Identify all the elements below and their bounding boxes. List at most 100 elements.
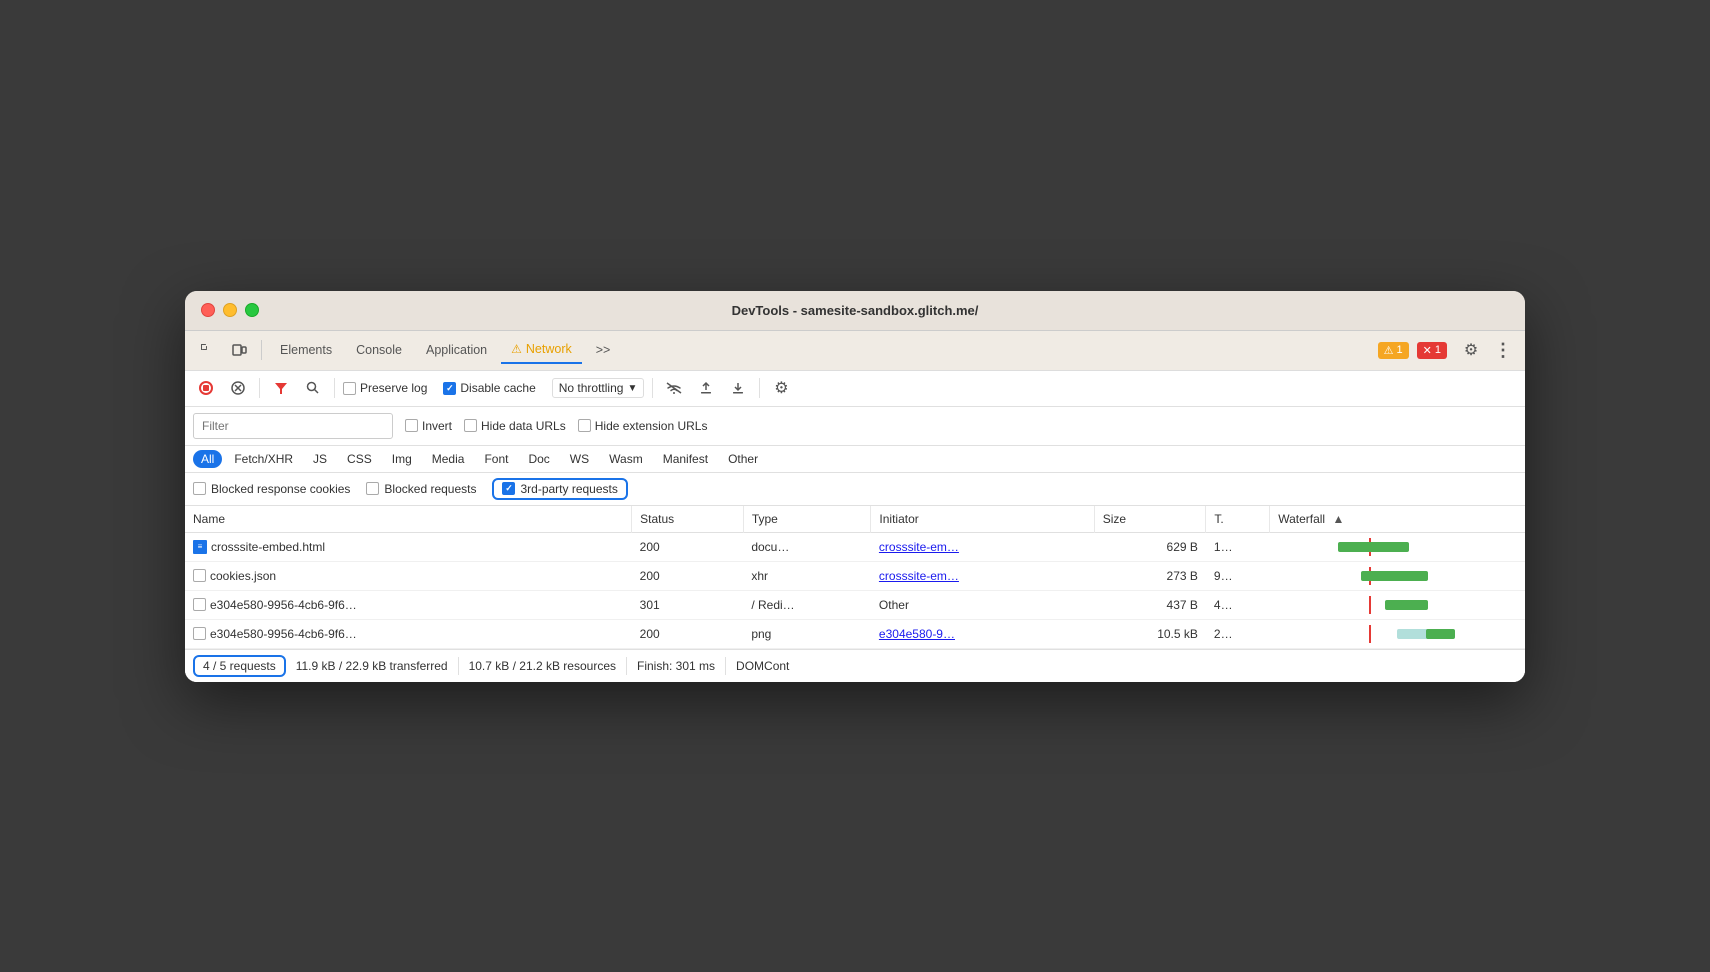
minimize-button[interactable] <box>223 303 237 317</box>
type-filter-css[interactable]: CSS <box>339 450 380 468</box>
col-header-size[interactable]: Size <box>1094 506 1206 533</box>
hide-data-urls-checkbox[interactable] <box>464 419 477 432</box>
table-row[interactable]: ≡ crosssite-embed.html 200 docu… crosssi… <box>185 532 1525 561</box>
cell-name-4: e304e580-9956-4cb6-9f6… <box>185 619 632 648</box>
warning-badge[interactable]: ⚠ 1 <box>1378 342 1409 359</box>
col-header-time[interactable]: T. <box>1206 506 1270 533</box>
search-icon[interactable] <box>300 375 326 401</box>
warning-icon: ⚠ <box>1384 344 1394 357</box>
cell-waterfall-2 <box>1270 561 1525 590</box>
cell-type-2: xhr <box>743 561 871 590</box>
tab-console[interactable]: Console <box>346 337 412 363</box>
type-filter-manifest[interactable]: Manifest <box>655 450 716 468</box>
record-stop-button[interactable] <box>193 375 219 401</box>
col-header-name[interactable]: Name <box>185 506 632 533</box>
more-options-icon[interactable]: ⋮ <box>1489 336 1517 364</box>
blocked-response-checkbox[interactable] <box>193 482 206 495</box>
network-table: Name Status Type Initiator Size <box>185 506 1525 649</box>
cell-status-4: 200 <box>632 619 744 648</box>
hide-ext-urls-label[interactable]: Hide extension URLs <box>578 419 708 433</box>
cell-name-2: cookies.json <box>185 561 632 590</box>
toolbar-sep-3 <box>652 378 653 398</box>
maximize-button[interactable] <box>245 303 259 317</box>
cell-name-1: ≡ crosssite-embed.html <box>185 532 632 561</box>
download-icon[interactable] <box>725 375 751 401</box>
type-filter-wasm[interactable]: Wasm <box>601 450 651 468</box>
invert-label[interactable]: Invert <box>405 419 452 433</box>
network-toolbar: Preserve log Disable cache No throttling… <box>185 371 1525 407</box>
resources-stats: 10.7 kB / 21.2 kB resources <box>459 657 627 675</box>
type-filter-other[interactable]: Other <box>720 450 766 468</box>
tab-elements[interactable]: Elements <box>270 337 342 363</box>
col-header-status[interactable]: Status <box>632 506 744 533</box>
type-filter-all[interactable]: All <box>193 450 222 468</box>
upload-icon[interactable] <box>693 375 719 401</box>
network-settings-icon[interactable]: ⚙ <box>768 375 794 401</box>
filter-input[interactable] <box>193 413 393 439</box>
disable-cache-checkbox[interactable] <box>443 382 456 395</box>
third-party-requests[interactable]: 3rd-party requests <box>492 478 627 500</box>
cell-waterfall-1 <box>1270 532 1525 561</box>
empty-icon-4 <box>193 627 206 640</box>
status-bar: 4 / 5 requests 11.9 kB / 22.9 kB transfe… <box>185 649 1525 682</box>
third-party-checkbox[interactable] <box>502 482 515 495</box>
type-filter-fetch[interactable]: Fetch/XHR <box>226 450 301 468</box>
cell-size-4: 10.5 kB <box>1094 619 1206 648</box>
type-filter-js[interactable]: JS <box>305 450 335 468</box>
cell-name-3: e304e580-9956-4cb6-9f6… <box>185 590 632 619</box>
cell-initiator-4[interactable]: e304e580-9… <box>871 619 1094 648</box>
device-icon[interactable] <box>225 336 253 364</box>
cell-initiator-1[interactable]: crosssite-em… <box>871 532 1094 561</box>
tab-application[interactable]: Application <box>416 337 497 363</box>
cell-initiator-3: Other <box>871 590 1094 619</box>
toolbar-sep-2 <box>334 378 335 398</box>
cell-time-2: 9… <box>1206 561 1270 590</box>
cell-time-4: 2… <box>1206 619 1270 648</box>
cell-size-3: 437 B <box>1094 590 1206 619</box>
table-row[interactable]: cookies.json 200 xhr crosssite-em… 273 B… <box>185 561 1525 590</box>
hide-ext-urls-checkbox[interactable] <box>578 419 591 432</box>
tab-separator <box>261 340 262 360</box>
table-row[interactable]: e304e580-9956-4cb6-9f6… 200 png e304e580… <box>185 619 1525 648</box>
tab-more[interactable]: >> <box>586 337 621 363</box>
cell-status-3: 301 <box>632 590 744 619</box>
hide-data-urls-label[interactable]: Hide data URLs <box>464 419 566 433</box>
cell-waterfall-3 <box>1270 590 1525 619</box>
empty-icon-2 <box>193 569 206 582</box>
blocked-requests[interactable]: Blocked requests <box>366 482 476 496</box>
close-button[interactable] <box>201 303 215 317</box>
type-filter-ws[interactable]: WS <box>562 450 597 468</box>
invert-checkbox[interactable] <box>405 419 418 432</box>
cell-size-1: 629 B <box>1094 532 1206 561</box>
preserve-log-label[interactable]: Preserve log <box>343 381 427 395</box>
cursor-icon[interactable] <box>193 336 221 364</box>
tab-network[interactable]: ⚠ Network <box>501 336 582 364</box>
type-filter-doc[interactable]: Doc <box>520 450 557 468</box>
empty-icon-3 <box>193 598 206 611</box>
error-x-icon: ✕ <box>1423 344 1432 357</box>
type-filter-media[interactable]: Media <box>424 450 473 468</box>
clear-button[interactable] <box>225 375 251 401</box>
cell-initiator-2[interactable]: crosssite-em… <box>871 561 1094 590</box>
title-bar: DevTools - samesite-sandbox.glitch.me/ <box>185 291 1525 331</box>
table-row[interactable]: e304e580-9956-4cb6-9f6… 301 / Redi… Othe… <box>185 590 1525 619</box>
traffic-lights <box>201 303 259 317</box>
blocked-response-cookies[interactable]: Blocked response cookies <box>193 482 350 496</box>
error-badge[interactable]: ✕ 1 <box>1417 342 1447 359</box>
col-header-type[interactable]: Type <box>743 506 871 533</box>
chevron-down-icon: ▼ <box>627 383 637 394</box>
type-filter-img[interactable]: Img <box>384 450 420 468</box>
sort-arrow-icon: ▲ <box>1332 512 1344 526</box>
type-filter-font[interactable]: Font <box>476 450 516 468</box>
throttle-select[interactable]: No throttling ▼ <box>552 378 645 398</box>
wifi-icon[interactable] <box>661 375 687 401</box>
settings-icon[interactable]: ⚙ <box>1457 336 1485 364</box>
blocked-filters-row: Blocked response cookies Blocked request… <box>185 473 1525 506</box>
disable-cache-label[interactable]: Disable cache <box>443 381 535 395</box>
preserve-log-checkbox[interactable] <box>343 382 356 395</box>
blocked-requests-checkbox[interactable] <box>366 482 379 495</box>
cell-time-1: 1… <box>1206 532 1270 561</box>
col-header-waterfall[interactable]: Waterfall ▲ <box>1270 506 1525 533</box>
filter-icon[interactable] <box>268 375 294 401</box>
col-header-initiator[interactable]: Initiator <box>871 506 1094 533</box>
